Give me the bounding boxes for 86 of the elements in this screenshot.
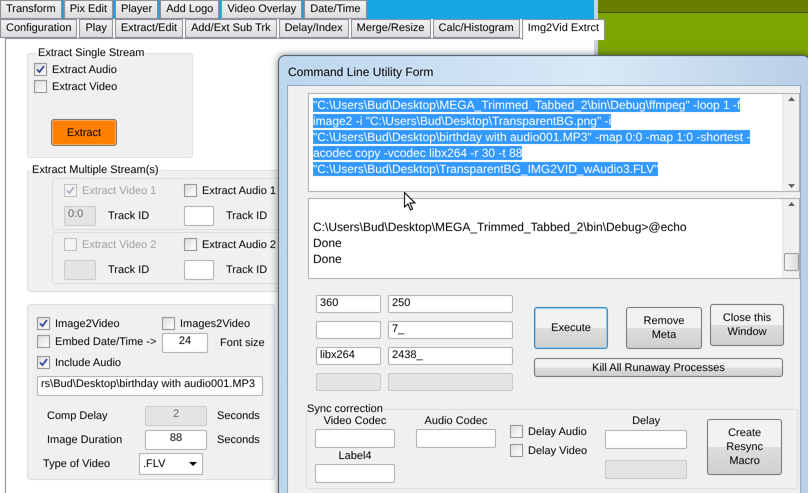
scroll-up-icon[interactable] [788, 97, 794, 101]
create-resync-button[interactable]: Create Resync Macro [707, 419, 782, 475]
text-field[interactable]: libx264 [316, 347, 381, 365]
window-title: Command Line Utility Form [287, 64, 434, 81]
checkbox-label: Images2Video [180, 318, 250, 330]
scrollbar[interactable] [782, 94, 799, 191]
extract-button[interactable]: Extract [51, 119, 117, 146]
checkbox[interactable] [37, 356, 50, 369]
kill-processes-button[interactable]: Kill All Runaway Processes [534, 358, 783, 377]
mouse-pointer-icon [404, 192, 416, 211]
text-field[interactable] [605, 460, 688, 479]
checkbox[interactable] [34, 80, 47, 93]
text-field[interactable]: 7_ [388, 321, 513, 339]
dialog-button[interactable]: Close this Window [710, 304, 784, 346]
checkbox-label: Image2Video [55, 318, 120, 330]
unit-label: Seconds [217, 410, 261, 422]
scroll-up-icon[interactable] [788, 202, 794, 206]
field-label: Delay [632, 415, 660, 427]
tab[interactable]: Pix Edit [64, 0, 114, 19]
tab[interactable]: Add/Ext Sub Trk [185, 19, 277, 38]
field-label: Track ID [108, 264, 150, 276]
field-label: Video Codec [324, 415, 386, 427]
tab[interactable]: Video Overlay [221, 0, 302, 19]
dialog-button[interactable]: Execute [534, 307, 608, 349]
scroll-down-icon[interactable] [788, 184, 794, 188]
field-label: Label4 [338, 450, 372, 462]
text-field[interactable]: 88 [145, 430, 207, 450]
checkbox-label: Delay Audio [528, 426, 587, 438]
tab[interactable]: Img2Vid Extrct [522, 19, 606, 40]
checkbox-label: Delay Video [528, 444, 588, 456]
text-field[interactable]: rs\Bud\Desktop\birthday with audio001.MP3 [37, 376, 263, 396]
field-label: Track ID [108, 210, 150, 222]
tab[interactable]: Delay/Index [278, 19, 349, 38]
tab[interactable]: Extract/Edit [114, 19, 184, 38]
checkbox-label: Embed Date/Time -> [55, 336, 156, 348]
checkbox-label: Include Audio [55, 356, 122, 368]
scroll-thumb[interactable] [784, 253, 798, 271]
tab[interactable]: Date/Time [304, 0, 367, 19]
field-label: Comp Delay [47, 410, 109, 422]
text-field[interactable]: 250 [388, 295, 513, 313]
checkbox[interactable] [37, 335, 50, 348]
dialog-button[interactable]: Remove Meta [626, 307, 702, 349]
group-title: Sync correction [307, 403, 383, 415]
group-title: Extract Multiple Stream(s) [31, 164, 160, 176]
checkbox[interactable] [37, 317, 50, 330]
checkbox[interactable] [184, 238, 197, 251]
text-field[interactable] [416, 429, 496, 448]
field-label: Track ID [226, 264, 268, 276]
checkbox[interactable] [162, 317, 175, 330]
field-label: Font size [220, 337, 265, 349]
tab[interactable]: Configuration [0, 19, 78, 38]
tab[interactable]: Play [79, 19, 113, 38]
text-field[interactable]: 360 [316, 295, 381, 313]
text-field[interactable] [316, 321, 381, 339]
checkbox-label: Extract Audio 1 [202, 184, 276, 196]
group-title: Extract Single Stream [37, 47, 146, 59]
text-field[interactable]: 24 [162, 333, 208, 353]
text-field[interactable] [605, 430, 688, 449]
unit-label: Seconds [217, 434, 261, 446]
checkbox[interactable] [510, 425, 523, 438]
checkbox[interactable] [34, 63, 47, 76]
checkbox-label: Extract Video 2 [82, 238, 156, 250]
output-field[interactable]: C:\Users\Bud\Desktop\MEGA_Trimmed_Tabbed_2\bin\Debug>@echo Done Done [308, 198, 800, 279]
checkbox-label: Extract Audio 2 [202, 238, 276, 250]
field-label: Track ID [226, 210, 268, 222]
tab[interactable]: Add Logo [160, 0, 220, 19]
checkbox[interactable] [510, 444, 523, 457]
tab[interactable]: Player [115, 0, 158, 19]
text-field[interactable] [184, 206, 214, 226]
field-label: Audio Codec [424, 415, 488, 427]
video-type-dropdown[interactable]: .FLV [139, 453, 203, 475]
text-field[interactable] [315, 429, 395, 448]
tab[interactable]: Calc/Histogram [432, 19, 520, 38]
field-label: Image Duration [47, 434, 124, 446]
checkbox-label: Extract Video 1 [82, 184, 156, 196]
tab[interactable]: Transform [0, 0, 62, 19]
field-label: Type of Video [43, 458, 112, 470]
checkbox[interactable] [184, 184, 197, 197]
text-field[interactable] [315, 464, 395, 483]
checkbox-label: Extract Audio [52, 64, 117, 76]
text-field[interactable]: 2438_ [388, 347, 513, 365]
tab[interactable]: Merge/Resize [350, 19, 431, 38]
checkbox-label: Extract Video [52, 80, 118, 92]
text-field[interactable] [184, 260, 214, 280]
dropdown-arrow-icon [189, 462, 197, 466]
scrollbar[interactable] [782, 199, 799, 278]
